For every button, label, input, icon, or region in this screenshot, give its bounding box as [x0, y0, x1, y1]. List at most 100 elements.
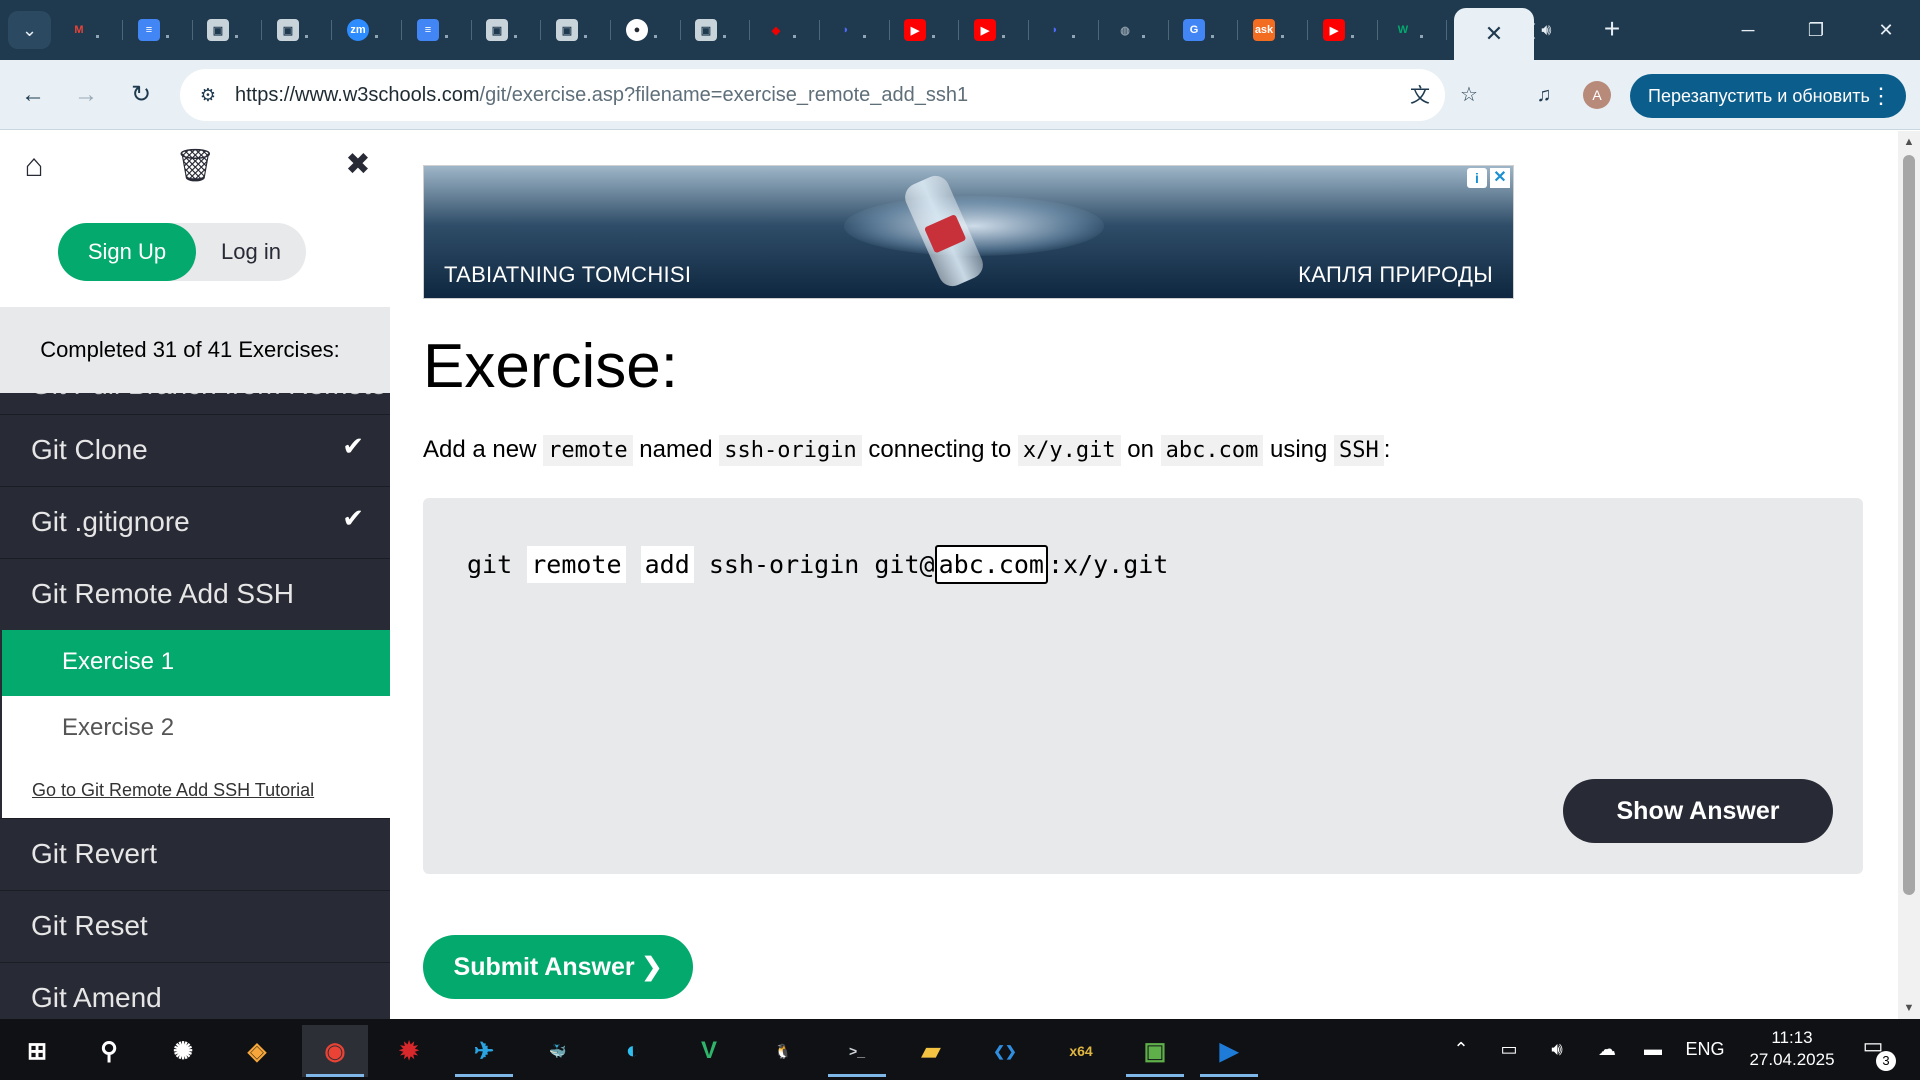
language-indicator[interactable]: ENG	[1680, 1019, 1730, 1080]
browser-tab[interactable]: ◆	[753, 10, 815, 50]
browser-tab[interactable]: ▶	[1311, 10, 1373, 50]
browser-tab[interactable]: ▣	[195, 10, 257, 50]
taskbar-app-edge[interactable]: ◐	[600, 1025, 666, 1077]
notification-center-icon[interactable]: ▭ 3	[1856, 1033, 1896, 1071]
answer-input[interactable]: abc.com	[934, 545, 1048, 584]
taskbar-app-remote-desktop[interactable]: ▣	[1122, 1025, 1188, 1077]
tab-active-w3schools[interactable]: ✕	[1454, 8, 1534, 60]
show-hidden-icons-icon[interactable]: ⌃	[1444, 1019, 1478, 1080]
system-clock[interactable]: 11:13 27.04.2025	[1736, 1027, 1848, 1071]
ad-close-icon[interactable]: ✕	[1490, 168, 1510, 188]
sidebar-item[interactable]: Git .gitignore ✔	[0, 486, 390, 558]
tab-separator	[819, 20, 820, 40]
taskbar-app-search[interactable]: ⚲	[76, 1025, 142, 1077]
advertisement-banner[interactable]: TABIATNING TOMCHISI КАПЛЯ ПРИРОДЫ i ✕	[423, 165, 1514, 299]
tab-separator	[1307, 20, 1308, 40]
tab-audio[interactable]: ( 🔊︎	[1530, 16, 1551, 46]
browser-tab[interactable]: ▣	[683, 10, 745, 50]
bookmark-star-icon[interactable]: ☆	[1453, 79, 1485, 111]
chrome-icon: ◉	[324, 1037, 346, 1065]
sub-exercise-item[interactable]: Exercise 2	[2, 696, 390, 762]
browser-tab[interactable]: ask	[1241, 10, 1303, 50]
translate-page-icon[interactable]: 文	[1405, 81, 1435, 111]
taskbar-app-linux[interactable]: 🐧	[750, 1025, 816, 1077]
tutorial-link[interactable]: Go to Git Remote Add SSH Tutorial	[32, 780, 314, 801]
battery-icon[interactable]: ▬	[1636, 1019, 1670, 1080]
close-sidebar-icon[interactable]: ✖	[338, 145, 378, 185]
taskbar-app-copilot[interactable]: ◈	[224, 1025, 290, 1077]
taskbar-app-vscode[interactable]: ❮❯	[972, 1025, 1038, 1077]
sidebar-item[interactable]: Git Clone ✔	[0, 414, 390, 486]
browser-tab[interactable]: ◍	[1102, 10, 1164, 50]
forward-icon[interactable]: →	[68, 77, 104, 113]
browser-tab[interactable]: ●	[614, 10, 676, 50]
page-scrollbar[interactable]: ▲ ▼	[1898, 131, 1920, 1019]
device-icon[interactable]: ▭	[1492, 1019, 1526, 1080]
taskbar-app-media-player[interactable]: ▶	[1196, 1025, 1262, 1077]
browser-tab[interactable]: ≡	[126, 10, 188, 50]
media-control-icon[interactable]: ♫	[1528, 79, 1560, 111]
taskbar-app-telegram[interactable]: ✈	[451, 1025, 517, 1077]
sidebar-item[interactable]: Git Remote Add SSH	[0, 558, 390, 630]
sidebar-item[interactable]: Git Amend	[0, 962, 390, 1019]
browser-tab[interactable]: ▣	[474, 10, 536, 50]
scroll-down-icon[interactable]: ▼	[1902, 1001, 1916, 1015]
close-tab-icon[interactable]: ✕	[1485, 21, 1503, 47]
taskbar-app-antivirus[interactable]: ✹	[376, 1025, 442, 1077]
browser-tab[interactable]: zm	[335, 10, 397, 50]
relaunch-update-button[interactable]: Перезапустить и обновить ⋮	[1630, 74, 1906, 118]
login-button[interactable]: Log in	[196, 223, 306, 281]
sub-exercise-label: Exercise 1	[62, 648, 175, 675]
tab-title-truncated	[445, 34, 448, 38]
trash-icon[interactable]: 🗑︎	[175, 145, 216, 185]
browser-tab[interactable]: ≡	[405, 10, 467, 50]
back-icon[interactable]: ←	[15, 77, 51, 113]
browser-tab[interactable]: W	[1380, 10, 1442, 50]
speaker-icon: 🔊︎	[1541, 22, 1552, 39]
code-text: :x/y.git	[1047, 550, 1169, 579]
browser-tab[interactable]: ▣	[265, 10, 327, 50]
browser-tab[interactable]: ◗	[823, 10, 885, 50]
submit-answer-button[interactable]: Submit Answer ❯	[423, 935, 693, 999]
browser-tab[interactable]: M	[56, 10, 118, 50]
taskbar-app-start[interactable]: ⊞	[4, 1025, 70, 1077]
taskbar-app-chrome[interactable]: ◉	[302, 1025, 368, 1077]
taskbar-app-terminal[interactable]: >_	[824, 1025, 890, 1077]
tab-title-truncated	[375, 34, 378, 38]
ad-info-icon[interactable]: i	[1467, 168, 1487, 188]
url-text[interactable]: https://www.w3schools.com/git/exercise.a…	[235, 84, 968, 107]
antivirus-icon: ✹	[398, 1037, 420, 1065]
taskbar-app-docker[interactable]: 🐳	[525, 1025, 591, 1077]
signup-button[interactable]: Sign Up	[58, 223, 196, 281]
browser-menu-icon[interactable]: ⋮	[1870, 74, 1892, 118]
browser-tab[interactable]: G	[1171, 10, 1233, 50]
sidebar-item[interactable]: Git Revert	[0, 818, 390, 890]
scrollbar-thumb[interactable]	[1903, 155, 1915, 895]
browser-tab[interactable]: ◗	[1032, 10, 1094, 50]
onedrive-icon[interactable]: ☁	[1590, 1019, 1624, 1080]
home-icon[interactable]: ⌂	[14, 145, 54, 185]
avatar[interactable]: A	[1583, 81, 1611, 109]
taskbar-app-x64dbg[interactable]: x64	[1048, 1025, 1114, 1077]
browser-tab[interactable]: ▣	[544, 10, 606, 50]
inline-code: ssh-origin	[719, 435, 862, 466]
browser-tab[interactable]: ▶	[962, 10, 1024, 50]
sub-exercise-item[interactable]: Exercise 1	[2, 630, 390, 696]
scroll-up-icon[interactable]: ▲	[1902, 135, 1916, 149]
restore-icon[interactable]: ❐	[1792, 12, 1840, 48]
taskbar-app-chatgpt[interactable]: ✺	[150, 1025, 216, 1077]
browser-tab[interactable]: ▶	[892, 10, 954, 50]
taskbar-app-veeam[interactable]: V	[676, 1025, 742, 1077]
reload-icon[interactable]: ↻	[123, 77, 159, 113]
sidebar-item[interactable]: Git Reset	[0, 890, 390, 962]
taskbar-app-folder[interactable]: ▰	[898, 1025, 964, 1077]
site-info-icon[interactable]: ⚙	[194, 81, 222, 109]
show-answer-button[interactable]: Show Answer	[1563, 779, 1833, 843]
volume-icon[interactable]: 🔊︎	[1540, 1019, 1574, 1080]
minimize-icon[interactable]: ─	[1724, 12, 1772, 48]
close-window-icon[interactable]: ✕	[1862, 12, 1910, 48]
address-bar[interactable]: ⚙ https://www.w3schools.com/git/exercise…	[180, 69, 1445, 121]
tab-search-chevron-icon[interactable]: ⌄	[8, 11, 51, 49]
page-viewport: ⌂ 🗑︎ ✖ Sign Up Log in Git Pull Branch fr…	[0, 131, 1920, 1019]
new-tab-button[interactable]: +	[1594, 14, 1630, 44]
